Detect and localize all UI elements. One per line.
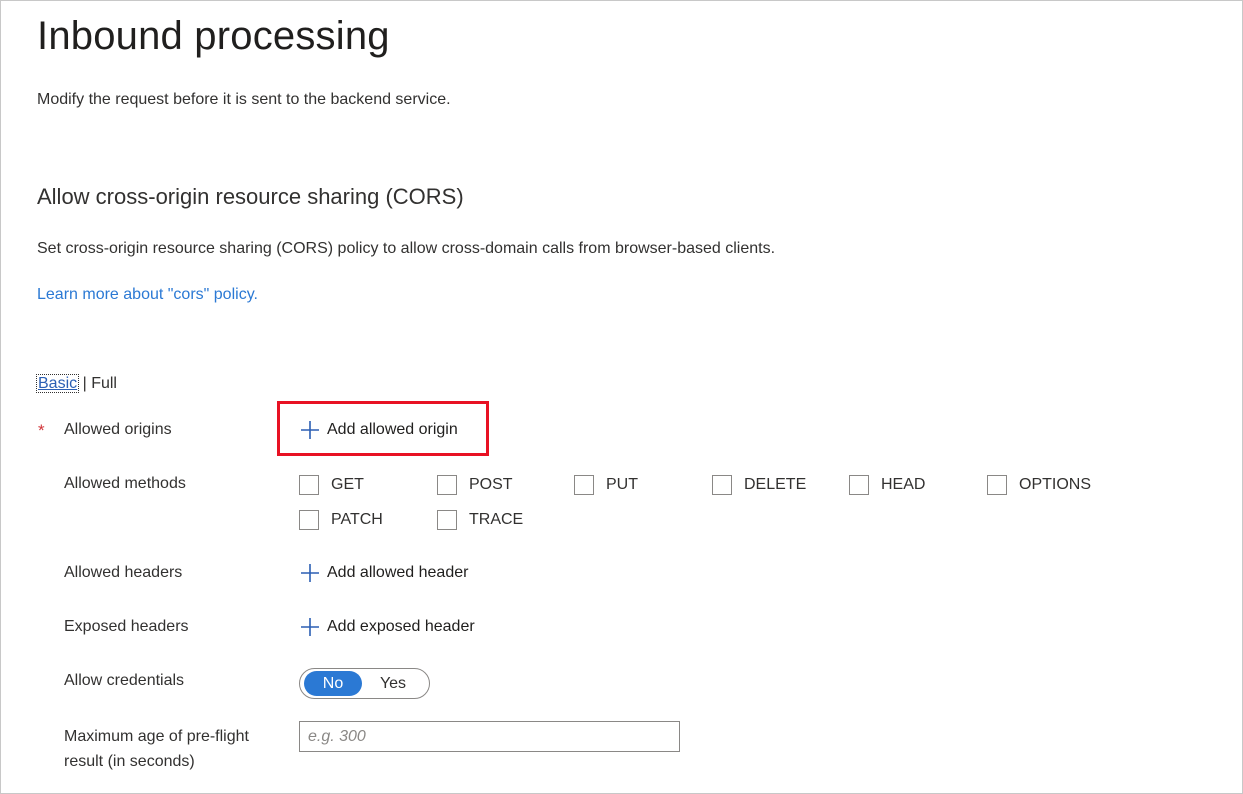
checkbox-box[interactable]: [437, 510, 457, 530]
max-age-input[interactable]: [299, 721, 680, 752]
method-patch-label: PATCH: [331, 511, 383, 528]
add-allowed-origin-button[interactable]: Add allowed origin: [300, 420, 458, 440]
method-post-checkbox[interactable]: POST: [437, 475, 513, 495]
method-trace-label: TRACE: [469, 511, 524, 528]
page-subtitle: Modify the request before it is sent to …: [37, 91, 451, 108]
checkbox-box[interactable]: [299, 475, 319, 495]
checkbox-box[interactable]: [299, 510, 319, 530]
required-marker: *: [38, 421, 45, 440]
page-title: Inbound processing: [37, 14, 390, 58]
add-exposed-header-button[interactable]: Add exposed header: [300, 617, 475, 637]
method-post-label: POST: [469, 476, 513, 493]
mode-basic-link[interactable]: Basic: [35, 374, 80, 393]
add-exposed-header-label: Add exposed header: [327, 618, 475, 635]
checkbox-box[interactable]: [849, 475, 869, 495]
page-frame: [0, 0, 1243, 794]
method-options-checkbox[interactable]: OPTIONS: [987, 475, 1091, 495]
add-allowed-header-button[interactable]: Add allowed header: [300, 563, 468, 583]
method-delete-checkbox[interactable]: DELETE: [712, 475, 806, 495]
method-get-checkbox[interactable]: GET: [299, 475, 364, 495]
checkbox-box[interactable]: [437, 475, 457, 495]
method-options-label: OPTIONS: [1019, 476, 1092, 493]
plus-icon: [301, 564, 319, 582]
allowed-methods-label: Allowed methods: [64, 475, 186, 492]
learn-more-cors-link[interactable]: Learn more about "cors" policy.: [37, 286, 258, 304]
checkbox-box[interactable]: [987, 475, 1007, 495]
plus-icon: [301, 421, 319, 439]
mode-full-link[interactable]: Full: [91, 375, 117, 392]
cors-section-title: Allow cross-origin resource sharing (COR…: [37, 184, 464, 209]
method-head-label: HEAD: [881, 476, 926, 493]
allowed-headers-label: Allowed headers: [64, 564, 183, 581]
toggle-option-no[interactable]: No: [304, 671, 362, 696]
cors-description: Set cross-origin resource sharing (CORS)…: [37, 240, 776, 257]
method-patch-checkbox[interactable]: PATCH: [299, 510, 383, 530]
add-allowed-header-label: Add allowed header: [327, 564, 469, 581]
checkbox-box[interactable]: [712, 475, 732, 495]
allow-credentials-label: Allow credentials: [64, 672, 185, 689]
method-put-label: PUT: [606, 476, 638, 493]
mode-switch: Basic | Full: [35, 374, 117, 393]
method-head-checkbox[interactable]: HEAD: [849, 475, 925, 495]
allowed-origins-label: Allowed origins: [64, 421, 172, 438]
method-trace-checkbox[interactable]: TRACE: [437, 510, 523, 530]
exposed-headers-label: Exposed headers: [64, 618, 189, 635]
mode-separator: |: [82, 375, 87, 392]
max-age-label: Maximum age of pre-flight result (in sec…: [64, 728, 249, 770]
method-get-label: GET: [331, 476, 364, 493]
allow-credentials-toggle[interactable]: No Yes: [299, 668, 430, 699]
plus-icon: [301, 618, 319, 636]
add-allowed-origin-label: Add allowed origin: [327, 421, 458, 438]
method-put-checkbox[interactable]: PUT: [574, 475, 638, 495]
method-delete-label: DELETE: [744, 476, 807, 493]
toggle-option-yes[interactable]: Yes: [364, 671, 422, 696]
checkbox-box[interactable]: [574, 475, 594, 495]
